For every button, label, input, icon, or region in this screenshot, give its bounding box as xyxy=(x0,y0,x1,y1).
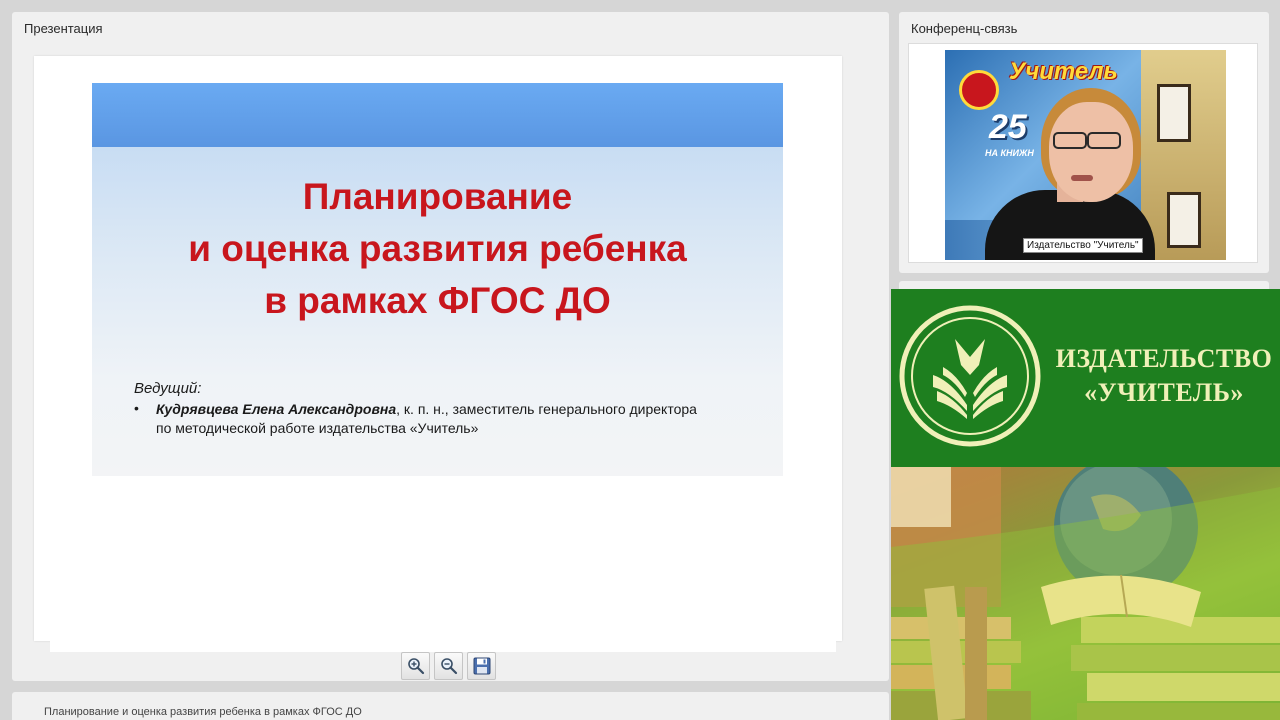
presentation-panel-title: Презентация xyxy=(24,21,103,36)
host-label: Ведущий: xyxy=(134,380,202,397)
bottom-status-bar: Планирование и оценка развития ребенка в… xyxy=(12,692,889,720)
banner-brand-text: Учитель xyxy=(1009,58,1118,85)
zoom-out-icon xyxy=(440,658,457,675)
slide: Планирование и оценка развития ребенка в… xyxy=(92,83,783,476)
zoom-in-button[interactable] xyxy=(401,652,430,680)
glasses-icon xyxy=(1053,132,1129,150)
slide-shadow xyxy=(50,641,836,652)
banner-number: 25 xyxy=(989,108,1027,146)
publisher-name-line2: «УЧИТЕЛЬ» xyxy=(1084,378,1244,407)
host-description: Кудрявцева Елена Александровна, к. п. н.… xyxy=(156,400,716,438)
zoom-in-icon xyxy=(407,658,424,675)
slide-title-line: Планирование xyxy=(302,176,573,217)
host-name: Кудрявцева Елена Александровна xyxy=(156,401,397,417)
webcam-video[interactable]: Учитель 25 НА КНИЖН Издательство "Учител… xyxy=(945,50,1226,260)
wall-certificate xyxy=(1157,84,1191,142)
banner-line-text: НА КНИЖН xyxy=(985,148,1034,158)
wall-certificate xyxy=(1167,192,1201,248)
conference-panel-title: Конференц-связь xyxy=(911,21,1018,36)
publisher-logo-banner: ИЗДАТЕЛЬСТВО «УЧИТЕЛЬ» xyxy=(891,289,1280,467)
floppy-disk-icon xyxy=(473,657,490,675)
publisher-name-line1: ИЗДАТЕЛЬСТВО xyxy=(1055,344,1273,373)
presenter-mouth xyxy=(1071,175,1093,181)
webinar-title: Планирование и оценка развития ребенка в… xyxy=(44,706,362,718)
video-caption: Издательство "Учитель" xyxy=(1023,238,1143,253)
slide-title-line: в рамках ФГОС ДО xyxy=(264,280,611,321)
banner-logo-icon xyxy=(959,70,999,110)
conference-panel: Конференц-связь Учитель 25 НА КНИЖН Изда… xyxy=(899,12,1269,273)
slide-title-line: и оценка развития ребенка xyxy=(188,228,687,269)
presenter-face xyxy=(1049,102,1133,202)
slide-title: Планирование и оценка развития ребенка в… xyxy=(92,171,783,327)
slide-toolbar xyxy=(401,652,496,680)
video-frame: Учитель 25 НА КНИЖН Издательство "Учител… xyxy=(908,43,1258,263)
host-bullet: • xyxy=(134,400,139,416)
zoom-out-button[interactable] xyxy=(434,652,463,680)
save-button[interactable] xyxy=(467,652,496,680)
presentation-panel: Презентация Планирование и оценка развит… xyxy=(12,12,889,681)
slide-header-band xyxy=(92,83,783,147)
slide-viewer[interactable]: Планирование и оценка развития ребенка в… xyxy=(34,56,842,641)
bookshelf-photo xyxy=(891,467,1280,720)
publisher-emblem-icon xyxy=(899,305,1041,447)
books-globe-illustration xyxy=(891,467,1280,720)
